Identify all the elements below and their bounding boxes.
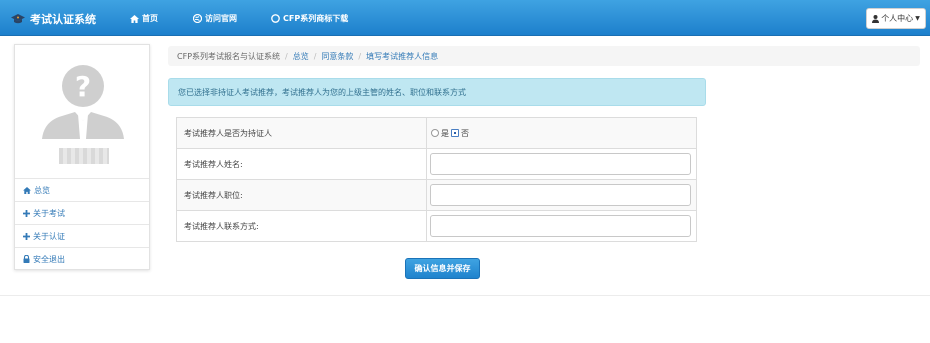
- breadcrumb-separator: /: [313, 51, 317, 61]
- sidebar-menu: 总览 关于考试 关于认证 安全退出: [15, 178, 149, 270]
- home-icon: [130, 14, 139, 23]
- user-center-label: 个人中心: [881, 14, 914, 23]
- nav-home[interactable]: 首页: [130, 13, 158, 24]
- referee-position-input[interactable]: [430, 184, 692, 206]
- username-blurred: [59, 148, 109, 164]
- form-row: 考试推荐人姓名:: [175, 148, 697, 180]
- breadcrumb-item-agree-terms[interactable]: 同意条款: [321, 51, 353, 62]
- referee-position-field: [426, 179, 697, 211]
- breadcrumb-separator: /: [358, 51, 362, 61]
- breadcrumb-separator: /: [285, 51, 288, 61]
- sidebar-item-about-exam-label: 关于考试: [33, 208, 65, 218]
- globe-icon: [193, 14, 202, 23]
- home-icon: [23, 186, 31, 194]
- referee-position-label: 考试推荐人职位:: [175, 179, 428, 211]
- sidebar-item-about-exam[interactable]: 关于考试: [15, 201, 149, 224]
- svg-text:?: ?: [75, 70, 91, 103]
- radio-no-label: 否: [461, 128, 470, 138]
- sidebar: ? 总览 关于考试 关于认证 安全退出: [14, 44, 150, 270]
- breadcrumb: CFP系列考试报名与认证系统 / 总览 / 同意条款 / 填写考试推荐人信息: [168, 46, 920, 66]
- referee-name-field: [426, 148, 697, 180]
- radio-yes-label: 是: [441, 128, 450, 138]
- referee-form: 考试推荐人是否为持证人 是 否 考试推荐人姓名: 考试推荐人职位: 考试推荐人联…: [175, 117, 697, 242]
- plus-icon: [23, 209, 30, 217]
- info-alert: 您已选择非持证人考试推荐，考试推荐人为您的上级主管的姓名、职位和联系方式: [168, 78, 706, 106]
- nav-trademark-download-label: CFP系列商标下载: [283, 14, 349, 23]
- sidebar-item-about-certification-label: 关于认证: [33, 231, 65, 241]
- sidebar-item-logout[interactable]: 安全退出: [15, 247, 149, 270]
- sidebar-item-logout-label: 安全退出: [33, 254, 65, 264]
- info-alert-text: 您已选择非持证人考试推荐，考试推荐人为您的上级主管的姓名、职位和联系方式: [178, 87, 466, 97]
- breadcrumb-item-system: CFP系列考试报名与认证系统: [177, 51, 281, 61]
- brand[interactable]: 考试认证系统: [10, 11, 96, 27]
- form-row: 考试推荐人职位:: [175, 179, 697, 211]
- confirm-save-button[interactable]: 确认信息并保存: [405, 258, 480, 279]
- referee-name-label: 考试推荐人姓名:: [175, 148, 428, 180]
- plus-icon: [23, 232, 30, 240]
- graduation-cap-icon: [11, 14, 25, 24]
- footer-divider: [0, 295, 930, 296]
- is-certified-radio-group: 是 否: [430, 128, 696, 139]
- nav-official-site-label: 访问官网: [205, 14, 237, 23]
- form-row: 考试推荐人联系方式:: [175, 210, 697, 242]
- lock-icon: [23, 255, 30, 263]
- top-navbar: 考试认证系统 首页 访问官网 CFP系列商标下载 个人中心 ▼: [0, 0, 930, 36]
- radio-no[interactable]: [451, 129, 460, 137]
- breadcrumb-item-current[interactable]: 填写考试推荐人信息: [366, 51, 438, 62]
- sidebar-item-overview-label: 总览: [34, 185, 50, 195]
- nav-home-label: 首页: [142, 14, 158, 23]
- sidebar-item-overview[interactable]: 总览: [15, 178, 149, 201]
- referee-contact-input[interactable]: [430, 215, 692, 237]
- caret-down-icon: ▼: [915, 15, 920, 22]
- form-row: 考试推荐人是否为持证人 是 否: [175, 117, 697, 149]
- user-icon: [872, 14, 880, 23]
- is-certified-field: 是 否: [426, 117, 697, 149]
- circle-arrow-icon: [271, 14, 280, 23]
- brand-title: 考试认证系统: [30, 13, 96, 26]
- sidebar-item-about-certification[interactable]: 关于认证: [15, 224, 149, 247]
- radio-yes[interactable]: [431, 129, 440, 137]
- nav-trademark-download[interactable]: CFP系列商标下载: [271, 13, 348, 24]
- default-avatar-icon: ?: [42, 65, 124, 139]
- is-certified-label: 考试推荐人是否为持证人: [175, 117, 428, 149]
- user-center-dropdown[interactable]: 个人中心 ▼: [866, 8, 926, 29]
- avatar: ?: [42, 63, 124, 139]
- referee-contact-field: [426, 210, 697, 242]
- referee-name-input[interactable]: [430, 153, 692, 175]
- nav-official-site[interactable]: 访问官网: [193, 13, 237, 24]
- referee-contact-label: 考试推荐人联系方式:: [175, 210, 428, 242]
- breadcrumb-item-overview[interactable]: 总览: [293, 51, 309, 62]
